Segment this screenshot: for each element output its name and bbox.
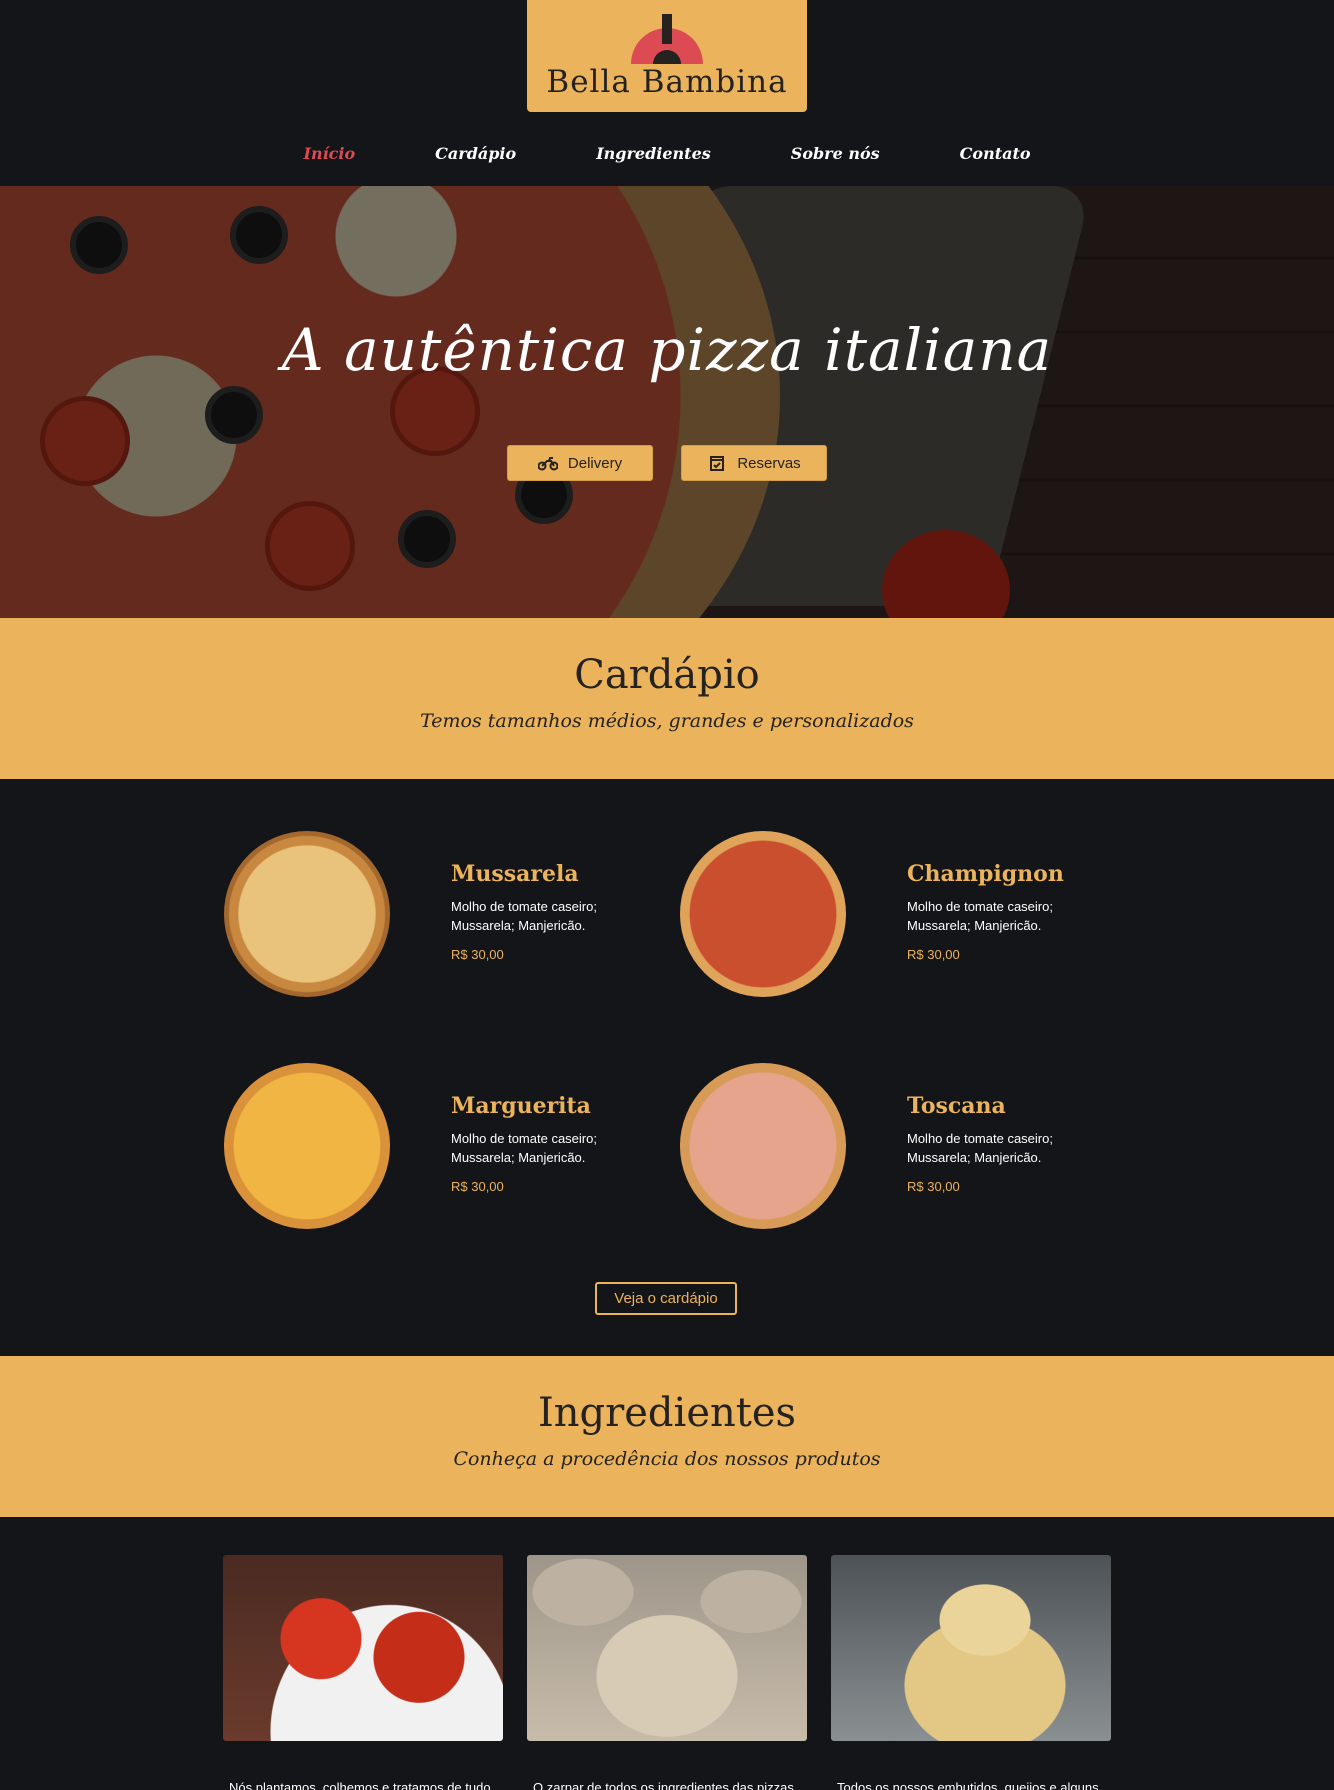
hero-title: A autêntica pizza italiana <box>281 316 1053 384</box>
menu-item-description: Molho de tomate caseiro; Mussarela; Manj… <box>451 1129 671 1167</box>
cardapio-subtitle: Temos tamanhos médios, grandes e persona… <box>420 710 914 732</box>
menu-item-desc-line: Molho de tomate caseiro; <box>451 899 597 914</box>
menu-item-price: R$ 30,00 <box>907 947 960 962</box>
hero-overlay <box>0 186 1334 618</box>
logo[interactable]: Bella Bambina <box>527 0 807 112</box>
pizza-oven-icon <box>631 14 703 64</box>
menu-section: Mussarela Molho de tomate caseiro; Mussa… <box>0 779 1334 1356</box>
marguerita-pizza-image <box>224 1063 390 1229</box>
menu-item-price: R$ 30,00 <box>451 947 504 962</box>
menu-item-info: Champignon Molho de tomate caseiro; Muss… <box>907 861 1127 962</box>
menu-item-desc-line: Mussarela; Manjericão. <box>451 1150 586 1165</box>
nav-ingredientes[interactable]: Ingredientes <box>596 144 711 172</box>
menu-item[interactable]: Champignon Molho de tomate caseiro; Muss… <box>680 831 1130 1001</box>
delivery-button[interactable]: Delivery <box>507 445 653 481</box>
menu-item-name: Champignon <box>907 861 1064 887</box>
hero-buttons: Delivery Reservas <box>0 445 1334 481</box>
header: Bella Bambina Início Cardápio Ingredient… <box>0 0 1334 186</box>
ingredient-text: Nós plantamos, colhemos e tratamos de tu… <box>229 1780 491 1790</box>
menu-item-price: R$ 30,00 <box>451 1179 504 1194</box>
dough-image <box>527 1555 807 1741</box>
reservas-label: Reservas <box>737 454 801 472</box>
nav-cardapio[interactable]: Cardápio <box>435 144 516 172</box>
menu-item-price: R$ 30,00 <box>907 1179 960 1194</box>
main-nav: Início Cardápio Ingredientes Sobre nós C… <box>0 144 1334 172</box>
reservas-button[interactable]: Reservas <box>681 445 827 481</box>
menu-item-name: Mussarela <box>451 861 579 887</box>
mussarela-pizza-image <box>224 831 390 997</box>
ingredientes-subtitle: Conheça a procedência dos nossos produto… <box>453 1448 881 1470</box>
menu-item[interactable]: Toscana Molho de tomate caseiro; Mussare… <box>680 1063 1130 1233</box>
hero: A autêntica pizza italiana Delivery Rese… <box>0 186 1334 618</box>
nav-inicio[interactable]: Início <box>303 144 355 172</box>
toscana-pizza-image <box>680 1063 846 1229</box>
brand-name: Bella Bambina <box>546 64 788 100</box>
delivery-label: Delivery <box>567 454 623 472</box>
menu-item-desc-line: Mussarela; Manjericão. <box>907 918 1042 933</box>
menu-item-desc-line: Molho de tomate caseiro; <box>907 899 1053 914</box>
ingredient-text: Todos os nossos embutidos, queijos e alg… <box>837 1780 1099 1790</box>
cardapio-title: Cardápio <box>574 652 760 698</box>
menu-item[interactable]: Mussarela Molho de tomate caseiro; Mussa… <box>224 831 674 1001</box>
menu-item-desc-line: Molho de tomate caseiro; <box>451 1131 597 1146</box>
menu-item-desc-line: Mussarela; Manjericão. <box>451 918 586 933</box>
menu-item-description: Molho de tomate caseiro; Mussarela; Manj… <box>451 897 671 935</box>
menu-item-name: Toscana <box>907 1093 1006 1119</box>
cheese-image <box>831 1555 1111 1741</box>
see-menu-button[interactable]: Veja o cardápio <box>595 1282 737 1315</box>
menu-item-info: Marguerita Molho de tomate caseiro; Muss… <box>451 1093 671 1194</box>
ingredientes-header: Ingredientes Conheça a procedência dos n… <box>0 1356 1334 1517</box>
tomatoes-image <box>223 1555 503 1741</box>
menu-item-info: Mussarela Molho de tomate caseiro; Mussa… <box>451 861 671 962</box>
ingredientes-title: Ingredientes <box>537 1390 797 1436</box>
menu-item-info: Toscana Molho de tomate caseiro; Mussare… <box>907 1093 1127 1194</box>
menu-item-description: Molho de tomate caseiro; Mussarela; Manj… <box>907 897 1127 935</box>
ingredientes-section: Nós plantamos, colhemos e tratamos de tu… <box>0 1517 1334 1790</box>
calendar-check-icon <box>710 456 725 471</box>
champignon-pizza-image <box>680 831 846 997</box>
menu-item-name: Marguerita <box>451 1093 591 1119</box>
menu-item-description: Molho de tomate caseiro; Mussarela; Manj… <box>907 1129 1127 1167</box>
motorcycle-icon <box>537 457 558 471</box>
menu-item-desc-line: Molho de tomate caseiro; <box>907 1131 1053 1146</box>
cardapio-header: Cardápio Temos tamanhos médios, grandes … <box>0 618 1334 779</box>
nav-sobre-nos[interactable]: Sobre nós <box>791 144 880 172</box>
nav-contato[interactable]: Contato <box>960 144 1031 172</box>
menu-item[interactable]: Marguerita Molho de tomate caseiro; Muss… <box>224 1063 674 1233</box>
ingredient-text: O zarpar de todos os ingredientes das pi… <box>533 1780 794 1790</box>
menu-item-desc-line: Mussarela; Manjericão. <box>907 1150 1042 1165</box>
